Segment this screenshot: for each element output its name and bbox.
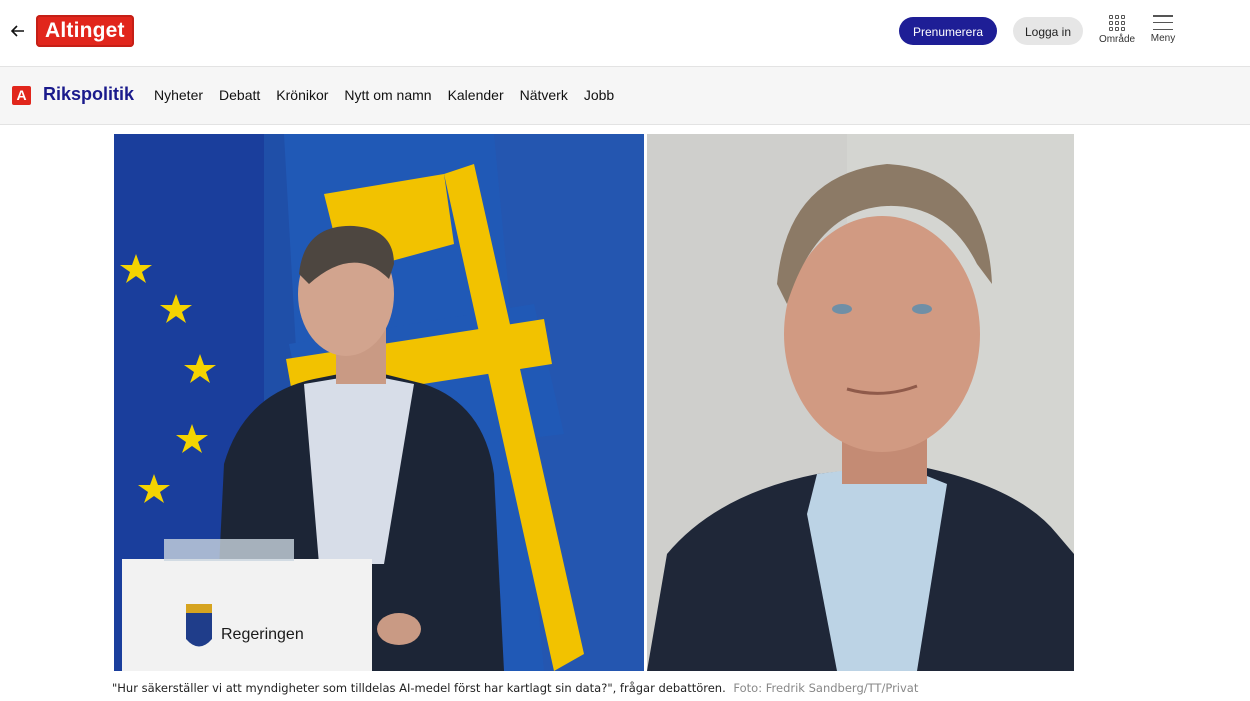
- nav-item-nyheter[interactable]: Nyheter: [154, 87, 203, 103]
- photo-minister-at-podium: Regeringen: [114, 134, 644, 671]
- nav-item-jobb[interactable]: Jobb: [584, 87, 614, 103]
- altinget-logo[interactable]: Altinget: [36, 15, 134, 47]
- area-button[interactable]: Område: [1092, 13, 1142, 53]
- menu-button[interactable]: Meny: [1138, 13, 1188, 53]
- nav-item-kalender[interactable]: Kalender: [448, 87, 504, 103]
- grid-icon: [1109, 15, 1125, 31]
- arrow-left-icon: [11, 25, 24, 37]
- section-nav: A Rikspolitik Nyheter Debatt Krönikor Ny…: [0, 67, 1250, 125]
- nav-item-debatt[interactable]: Debatt: [219, 87, 260, 103]
- back-button[interactable]: [8, 20, 28, 42]
- section-title[interactable]: Rikspolitik: [43, 84, 134, 105]
- nav-item-kronikor[interactable]: Krönikor: [276, 87, 328, 103]
- section-logo-icon: A: [12, 86, 31, 105]
- top-header: Altinget Prenumerera Logga in Område Men…: [0, 0, 1250, 67]
- section-nav-items: Nyheter Debatt Krönikor Nytt om namn Kal…: [154, 87, 630, 103]
- subscribe-button[interactable]: Prenumerera: [899, 17, 997, 45]
- caption-text: "Hur säkerställer vi att myndigheter som…: [112, 681, 726, 695]
- nav-item-nytt-om-namn[interactable]: Nytt om namn: [344, 87, 431, 103]
- nav-item-natverk[interactable]: Nätverk: [520, 87, 568, 103]
- photo-credit: Foto: Fredrik Sandberg/TT/Privat: [733, 681, 919, 695]
- hero-image: Regeringen: [114, 134, 1074, 671]
- hamburger-icon: [1153, 15, 1173, 30]
- login-button[interactable]: Logga in: [1013, 17, 1083, 45]
- area-label: Område: [1098, 34, 1136, 45]
- image-caption: "Hur säkerställer vi att myndigheter som…: [112, 681, 918, 695]
- lectern-text: Regeringen: [221, 626, 304, 643]
- photo-debater-portrait: [647, 134, 1074, 671]
- menu-label: Meny: [1150, 33, 1176, 44]
